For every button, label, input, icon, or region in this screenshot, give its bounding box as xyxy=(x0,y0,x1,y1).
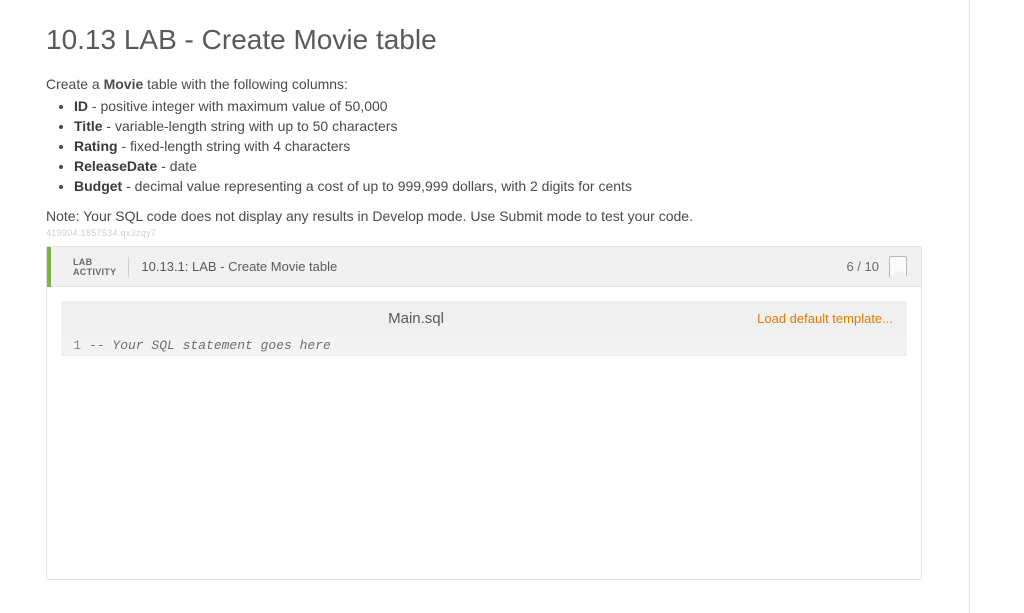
column-name: Title xyxy=(74,118,103,134)
intro-bold: Movie xyxy=(104,76,144,92)
editor-blank-area[interactable] xyxy=(61,355,907,565)
load-default-template-link[interactable]: Load default template... xyxy=(757,311,893,326)
page-title: 10.13 LAB - Create Movie table xyxy=(46,24,922,56)
column-desc: - date xyxy=(157,158,197,174)
lab-score: 6 / 10 xyxy=(846,259,879,274)
editor-filename: Main.sql xyxy=(75,310,757,327)
column-desc: - positive integer with maximum value of… xyxy=(88,98,388,114)
lab-tag-line1: LAB xyxy=(73,257,116,267)
list-item: Rating - fixed-length string with 4 char… xyxy=(74,138,922,154)
column-desc: - variable-length string with up to 50 c… xyxy=(103,118,398,134)
editor-area[interactable]: 1 -- Your SQL statement goes here xyxy=(61,335,907,565)
watermark-id: 419904.1857534.qx3zqy7 xyxy=(46,228,922,238)
page: 10.13 LAB - Create Movie table Create a … xyxy=(0,0,968,580)
lab-accent-bar xyxy=(47,247,51,287)
line-number: 1 xyxy=(61,338,87,353)
lab-tag: LAB ACTIVITY xyxy=(61,257,129,277)
intro-suffix: table with the following columns: xyxy=(143,76,348,92)
note-text: Note: Your SQL code does not display any… xyxy=(46,208,922,224)
list-item: ID - positive integer with maximum value… xyxy=(74,98,922,114)
column-desc: - fixed-length string with 4 characters xyxy=(118,138,351,154)
code-editor: Main.sql Load default template... 1 -- Y… xyxy=(61,301,907,565)
column-name: Budget xyxy=(74,178,122,194)
right-divider xyxy=(969,0,970,613)
list-item: ReleaseDate - date xyxy=(74,158,922,174)
editor-header: Main.sql Load default template... xyxy=(61,301,907,335)
column-name: ReleaseDate xyxy=(74,158,157,174)
lab-header: LAB ACTIVITY 10.13.1: LAB - Create Movie… xyxy=(47,247,921,287)
column-name: Rating xyxy=(74,138,118,154)
code-line[interactable]: -- Your SQL statement goes here xyxy=(87,338,331,353)
bookmark-icon[interactable] xyxy=(889,256,907,278)
lab-title: 10.13.1: LAB - Create Movie table xyxy=(141,259,337,274)
column-desc: - decimal value representing a cost of u… xyxy=(122,178,632,194)
lab-body: Main.sql Load default template... 1 -- Y… xyxy=(47,287,921,579)
intro-prefix: Create a xyxy=(46,76,104,92)
list-item: Budget - decimal value representing a co… xyxy=(74,178,922,194)
editor-first-line[interactable]: 1 -- Your SQL statement goes here xyxy=(61,335,907,355)
column-name: ID xyxy=(74,98,88,114)
lab-activity-box: LAB ACTIVITY 10.13.1: LAB - Create Movie… xyxy=(46,246,922,580)
columns-list: ID - positive integer with maximum value… xyxy=(74,98,922,194)
intro-paragraph: Create a Movie table with the following … xyxy=(46,76,922,92)
lab-tag-line2: ACTIVITY xyxy=(73,267,116,277)
list-item: Title - variable-length string with up t… xyxy=(74,118,922,134)
